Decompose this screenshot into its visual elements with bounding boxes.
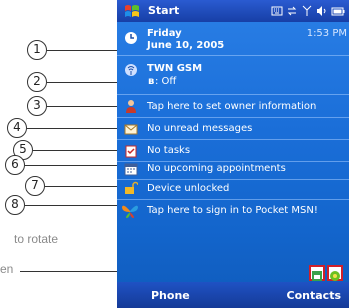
separator: [117, 199, 349, 200]
owner-icon: [126, 100, 136, 113]
separator: [117, 55, 349, 56]
calendar-row[interactable]: No upcoming appointments: [117, 160, 349, 178]
time-text: 1:53 PM: [306, 28, 347, 39]
start-menu-icon[interactable]: [124, 3, 140, 19]
leader-line-8: [25, 205, 117, 206]
msn-butterfly-icon: [122, 205, 138, 218]
envelope-icon: [124, 124, 138, 135]
leader-line-6: [25, 165, 117, 166]
leader-line-5: [33, 150, 117, 151]
tasks-text: No tasks: [147, 145, 191, 156]
bluetooth-icon: ʙ: [148, 76, 155, 87]
callout-6: 6: [5, 155, 25, 175]
volume-icon[interactable]: [316, 5, 328, 17]
callout-7: 7: [25, 176, 45, 196]
callout-4: 4: [7, 118, 27, 138]
separator: [117, 139, 349, 140]
phone-softkey[interactable]: Phone: [151, 289, 190, 302]
leader-line-7: [45, 186, 117, 187]
leader-line-3: [47, 106, 117, 107]
comm-manager-icon: [330, 271, 340, 281]
date-row[interactable]: Friday June 10, 2005 1:53 PM: [117, 25, 349, 53]
signal-icon[interactable]: [301, 5, 313, 17]
carrier-name: TWN GSM: [147, 63, 203, 74]
contacts-softkey[interactable]: Contacts: [287, 289, 341, 302]
today-screen: Start Friday June 10, 2005 1:53 PM TWN G…: [117, 0, 349, 308]
keyboard-icon[interactable]: [271, 5, 283, 17]
owner-text: Tap here to set owner information: [147, 101, 317, 112]
callout-8: 8: [5, 195, 25, 215]
rotate-screen-icon: [312, 271, 322, 281]
antenna-icon: [125, 64, 137, 76]
messages-text: No unread messages: [147, 123, 253, 134]
phone-status-row[interactable]: TWN GSM ʙ : Off: [117, 59, 349, 93]
tasks-row[interactable]: No tasks: [117, 142, 349, 160]
callout-3: 3: [27, 96, 47, 116]
rotate-screen-tray[interactable]: [309, 265, 325, 281]
leader-line-4: [27, 128, 117, 129]
separator: [117, 117, 349, 118]
comm-manager-tray[interactable]: [327, 265, 343, 281]
msn-signin-text: Tap here to sign in to Pocket MSN!: [147, 205, 318, 216]
separator: [117, 94, 349, 95]
msn-row[interactable]: Tap here to sign in to Pocket MSN!: [117, 202, 349, 220]
calendar-icon: [124, 163, 138, 176]
unlock-icon: [125, 181, 138, 194]
date-day: Friday: [147, 28, 182, 39]
bluetooth-status: : Off: [155, 76, 177, 87]
lock-row[interactable]: Device unlocked: [117, 180, 349, 198]
leader-line-1: [47, 50, 117, 51]
callout-2: 2: [27, 72, 47, 92]
battery-icon[interactable]: [331, 5, 345, 17]
messages-row[interactable]: No unread messages: [117, 120, 349, 138]
soft-key-bar: Phone Contacts: [117, 282, 349, 308]
status-icons: [271, 3, 345, 19]
side-note-rotate: to rotate: [14, 232, 59, 246]
side-note-screen: en: [0, 262, 14, 276]
connectivity-icon[interactable]: [286, 5, 298, 17]
appointments-text: No upcoming appointments: [147, 163, 286, 174]
callout-1: 1: [27, 40, 47, 60]
title-bar: Start: [117, 0, 349, 22]
date-text: June 10, 2005: [147, 40, 225, 51]
lock-status-text: Device unlocked: [147, 183, 230, 194]
owner-row[interactable]: Tap here to set owner information: [117, 98, 349, 116]
title-text[interactable]: Start: [148, 4, 179, 17]
leader-line-2: [47, 82, 117, 83]
clock-icon: [125, 32, 137, 44]
tasks-icon: [125, 145, 137, 158]
